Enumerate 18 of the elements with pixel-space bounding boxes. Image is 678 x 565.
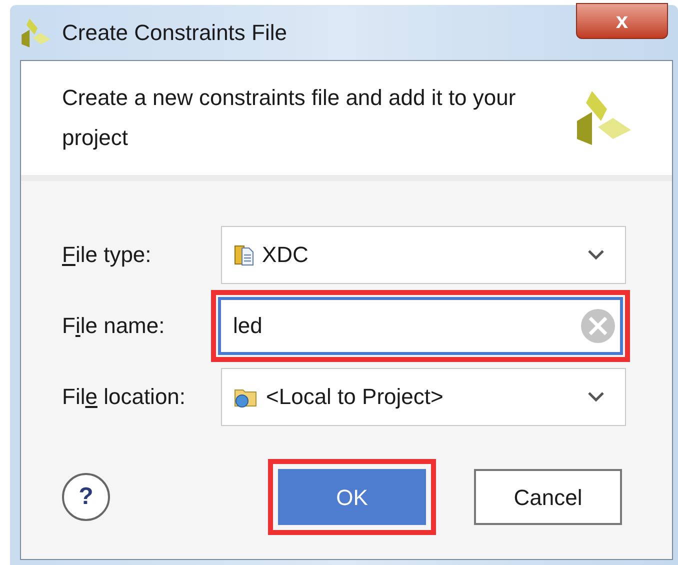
help-button[interactable]: ? xyxy=(62,473,110,521)
field-label: File name: xyxy=(62,312,166,340)
window-title: Create Constraints File xyxy=(62,19,287,47)
dropdown-value: <Local to Project> xyxy=(266,383,444,411)
dropdown-field[interactable]: XDC xyxy=(221,226,626,284)
dropdown-value: XDC xyxy=(262,241,308,269)
dropdown-field[interactable]: <Local to Project> xyxy=(221,368,626,426)
field-label: File location: xyxy=(62,383,187,411)
field-label: File type: xyxy=(62,241,152,269)
clear-icon[interactable] xyxy=(580,308,616,344)
cancel-button[interactable]: Cancel xyxy=(474,469,622,525)
app-logo-icon xyxy=(20,16,52,48)
header-text: Create a new constraints file and add it to your project xyxy=(62,84,517,152)
chevron-down-icon xyxy=(587,390,605,402)
document-icon xyxy=(234,244,254,266)
chevron-down-icon xyxy=(587,248,605,260)
file-name-field[interactable]: led xyxy=(218,296,623,354)
ok-button[interactable]: OK xyxy=(278,469,426,525)
